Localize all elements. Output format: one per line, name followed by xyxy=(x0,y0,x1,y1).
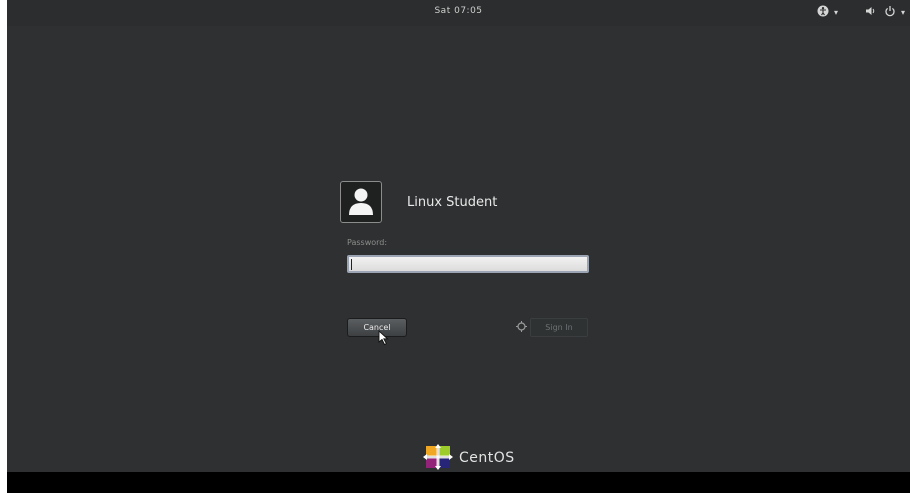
accessibility-icon[interactable] xyxy=(817,5,829,21)
clock[interactable]: Sat 07:05 xyxy=(7,6,910,16)
sign-in-button[interactable]: Sign In xyxy=(530,318,588,337)
mouse-pointer-icon xyxy=(378,330,389,346)
text-cursor xyxy=(351,259,352,270)
top-bar: Sat 07:05 ▾ ▾ xyxy=(7,0,910,26)
volume-icon[interactable] xyxy=(865,5,877,21)
login-screen: Sat 07:05 ▾ ▾ Linux Student Password: Ca… xyxy=(7,0,910,493)
power-icon[interactable] xyxy=(884,5,896,21)
power-menu-arrow[interactable]: ▾ xyxy=(901,6,905,20)
user-name: Linux Student xyxy=(407,195,498,210)
accessibility-menu-arrow[interactable]: ▾ xyxy=(834,6,838,20)
password-field[interactable] xyxy=(347,255,589,273)
password-label: Password: xyxy=(347,238,388,247)
bottom-strip xyxy=(7,472,910,493)
spinner-icon xyxy=(516,321,527,336)
cancel-button[interactable]: Cancel xyxy=(347,318,407,337)
brand-name: CentOS xyxy=(459,450,515,466)
avatar xyxy=(340,181,382,223)
login-panel: Linux Student Password: Cancel Sign In xyxy=(340,181,589,351)
